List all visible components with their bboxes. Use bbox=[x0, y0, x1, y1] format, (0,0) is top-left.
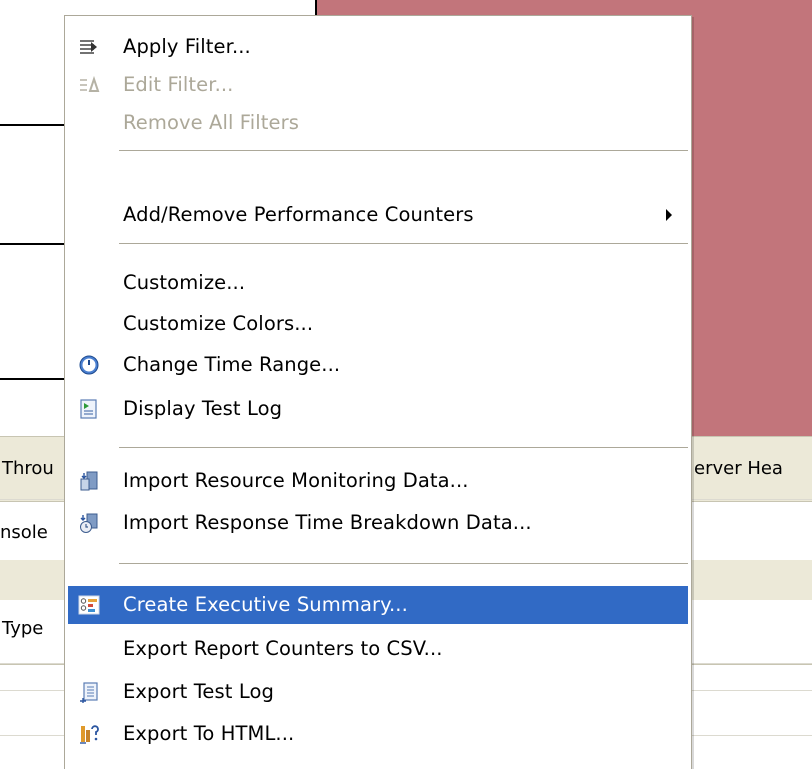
context-menu: Apply Filter... Edit Filter... Remove Al… bbox=[64, 15, 692, 769]
tab-throughput[interactable]: Throu bbox=[2, 458, 54, 479]
chart-gridline bbox=[0, 124, 70, 126]
import-breakdown-icon bbox=[78, 512, 100, 534]
menu-item-export-to-html[interactable]: Export To HTML... bbox=[68, 715, 688, 753]
menu-separator bbox=[119, 243, 688, 245]
type-column-header: Type bbox=[2, 618, 44, 639]
menu-item-apply-filter[interactable]: Apply Filter... bbox=[68, 28, 688, 66]
menu-separator bbox=[119, 150, 688, 152]
menu-item-import-resource-monitoring[interactable]: Import Resource Monitoring Data... bbox=[68, 462, 688, 500]
menu-item-performance-counters[interactable]: Add/Remove Performance Counters bbox=[68, 196, 688, 234]
import-resource-icon bbox=[78, 470, 100, 492]
menu-item-change-time-range[interactable]: Change Time Range... bbox=[68, 346, 688, 384]
menu-item-export-counters-csv[interactable]: Export Report Counters to CSV... bbox=[68, 630, 688, 668]
chart-gridline bbox=[0, 378, 70, 380]
chart-gridline bbox=[0, 243, 70, 245]
menu-separator bbox=[119, 447, 688, 449]
menu-item-display-test-log[interactable]: Display Test Log bbox=[68, 390, 688, 428]
menu-separator bbox=[119, 563, 688, 565]
menu-item-customize-colors[interactable]: Customize Colors... bbox=[68, 305, 688, 343]
menu-item-customize[interactable]: Customize... bbox=[68, 264, 688, 302]
menu-item-import-response-time[interactable]: Import Response Time Breakdown Data... bbox=[68, 504, 688, 542]
menu-item-edit-filter[interactable]: Edit Filter... bbox=[68, 66, 688, 104]
test-log-icon bbox=[78, 398, 100, 420]
menu-item-export-test-log[interactable]: Export Test Log bbox=[68, 673, 688, 711]
menu-item-remove-all-filters[interactable]: Remove All Filters bbox=[68, 104, 688, 142]
console-label: nsole bbox=[0, 522, 48, 543]
tab-server-health[interactable]: erver Hea bbox=[694, 458, 783, 479]
edit-filter-icon bbox=[78, 74, 100, 96]
export-log-icon bbox=[78, 681, 100, 703]
clock-icon bbox=[78, 354, 100, 376]
menu-item-create-executive-summary[interactable]: Create Executive Summary... bbox=[68, 586, 688, 624]
export-html-icon bbox=[78, 723, 100, 745]
executive-summary-icon bbox=[78, 594, 100, 616]
filter-icon bbox=[78, 36, 100, 58]
submenu-arrow-icon bbox=[666, 209, 672, 221]
